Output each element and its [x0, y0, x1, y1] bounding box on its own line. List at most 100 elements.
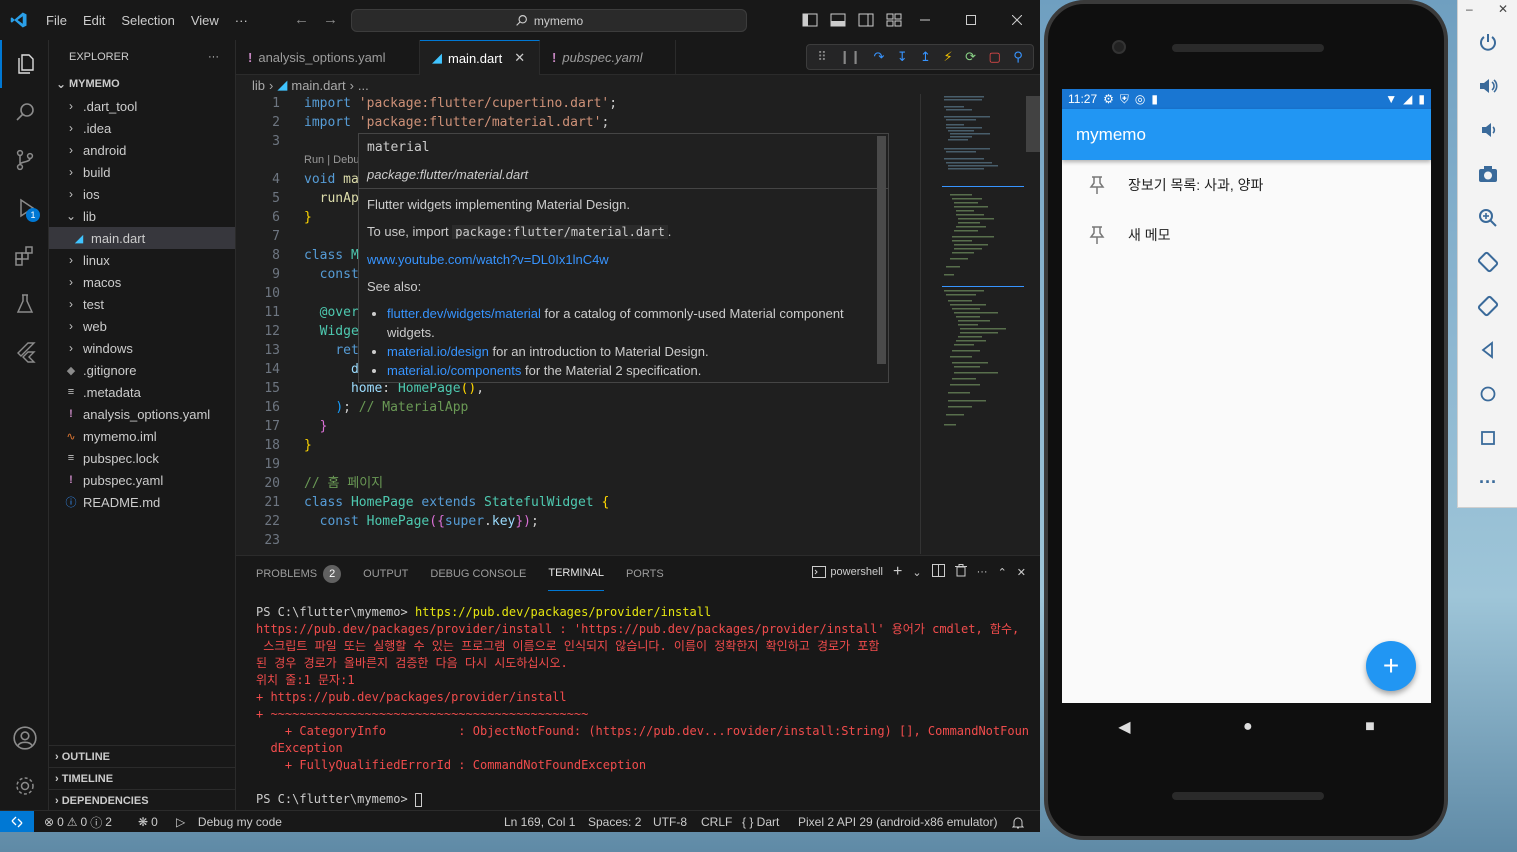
toggle-panel-icon[interactable] — [828, 10, 848, 30]
tree-item-ios[interactable]: › ios — [49, 183, 235, 205]
extensions-icon[interactable] — [0, 232, 49, 280]
rotate-left-icon[interactable] — [1473, 247, 1503, 277]
drag-handle-icon[interactable]: ⠿ — [817, 49, 827, 65]
tree-item-test[interactable]: › test — [49, 293, 235, 315]
run-debug-icon[interactable]: 1 — [0, 184, 49, 232]
menu-file[interactable]: File — [38, 13, 75, 28]
hover-scrollbar[interactable] — [877, 136, 886, 364]
tree-item-pubspec-yaml[interactable]: ! pubspec.yaml — [49, 469, 235, 491]
back-icon[interactable] — [1473, 335, 1503, 365]
tab-analysis-options[interactable]: ! analysis_options.yaml — [236, 40, 420, 75]
tree-item-readme-md[interactable]: ⓘ README.md — [49, 491, 235, 513]
tree-item-mymemo-iml[interactable]: ∿ mymemo.iml — [49, 425, 235, 447]
editor-scrollbar[interactable] — [1026, 94, 1040, 554]
workspace-root[interactable]: ⌄ MYMEMO — [49, 73, 235, 95]
tree-item-gitignore[interactable]: ◆ .gitignore — [49, 359, 235, 381]
tree-item-analysis-options-yaml[interactable]: ! analysis_options.yaml — [49, 403, 235, 425]
add-memo-button[interactable]: + — [1366, 641, 1416, 691]
trash-icon[interactable] — [954, 564, 967, 580]
step-into-icon[interactable]: ↧ — [897, 49, 908, 65]
rotate-right-icon[interactable] — [1473, 291, 1503, 321]
scroll-thumb[interactable] — [1026, 96, 1040, 152]
emu-close-icon[interactable]: ✕ — [1498, 2, 1508, 16]
phone-screen[interactable]: 11:27 ⚙ ⛨ ◎ ▮ ▼ ◢ ▮ mymemo 장보기 목록: 사과, 양… — [1062, 89, 1431, 703]
volume-down-icon[interactable] — [1473, 115, 1503, 145]
section-dependencies[interactable]: › DEPENDENCIES — [49, 789, 235, 811]
indentation[interactable]: Spaces: 2 — [588, 811, 641, 832]
tab-pubspec[interactable]: ! pubspec.yaml — [540, 40, 676, 75]
list-item[interactable]: 새 메모 — [1062, 210, 1431, 260]
hover-link-widgets[interactable]: flutter.dev/widgets/material — [387, 306, 541, 321]
tree-item-build[interactable]: › build — [49, 161, 235, 183]
problems-status[interactable]: ⊗ 0 ⚠ 0 ⓘ 2 — [44, 811, 112, 832]
command-center-search[interactable]: mymemo — [351, 9, 747, 32]
close-tab-icon[interactable]: ✕ — [514, 50, 525, 66]
menu-edit[interactable]: Edit — [75, 13, 113, 28]
volume-up-icon[interactable] — [1473, 71, 1503, 101]
home-icon[interactable] — [1473, 379, 1503, 409]
step-over-icon[interactable]: ↷ — [873, 49, 884, 65]
hover-video-link[interactable]: www.youtube.com/watch?v=DL0Ix1lnC4w — [367, 252, 609, 267]
stop-icon[interactable]: ▢ — [988, 49, 1000, 65]
debug-status[interactable]: ▷ Debug my code — [176, 811, 282, 832]
pause-icon[interactable]: ❙❙ — [839, 49, 861, 65]
accounts-icon[interactable] — [0, 714, 49, 762]
more-actions-icon[interactable]: ··· — [977, 566, 988, 578]
tree-item-lib[interactable]: ⌄ lib — [49, 205, 235, 227]
minimap[interactable] — [942, 94, 1024, 434]
tree-item-pubspec-lock[interactable]: ≡ pubspec.lock — [49, 447, 235, 469]
source-control-icon[interactable] — [0, 136, 49, 184]
pin-icon[interactable] — [1088, 175, 1106, 195]
restart-icon[interactable]: ⟳ — [965, 49, 976, 65]
tree-item-metadata[interactable]: ≡ .metadata — [49, 381, 235, 403]
emu-minimize-icon[interactable]: – — [1466, 2, 1473, 16]
tab-output[interactable]: OUTPUT — [363, 556, 408, 591]
tree-item-main-dart[interactable]: ◢ main.dart — [49, 227, 235, 249]
tab-terminal[interactable]: TERMINAL — [548, 556, 604, 591]
tree-item-idea[interactable]: › .idea — [49, 117, 235, 139]
pin-icon[interactable] — [1088, 225, 1106, 245]
step-out-icon[interactable]: ↥ — [920, 49, 931, 65]
menu-more[interactable]: ··· — [227, 13, 256, 28]
hover-link-components[interactable]: material.io/components — [387, 363, 521, 378]
menu-view[interactable]: View — [183, 13, 227, 28]
zoom-icon[interactable] — [1473, 203, 1503, 233]
power-icon[interactable] — [1473, 27, 1503, 57]
hover-link-design[interactable]: material.io/design — [387, 344, 489, 359]
ports-status[interactable]: ❋ 0 — [138, 811, 158, 832]
extended-controls-icon[interactable]: ··· — [1473, 467, 1503, 497]
chevron-up-icon[interactable]: ⌃ — [998, 566, 1007, 579]
chevron-down-icon[interactable]: ⌄ — [912, 566, 921, 579]
close-icon[interactable] — [994, 0, 1040, 40]
new-terminal-icon[interactable]: + — [893, 563, 902, 581]
encoding[interactable]: UTF-8 — [653, 811, 687, 832]
breadcrumb-symbol[interactable]: ... — [358, 78, 369, 93]
section-timeline[interactable]: › TIMELINE — [49, 767, 235, 789]
bell-icon[interactable] — [1012, 811, 1024, 832]
devtools-search-icon[interactable]: ⚲ — [1013, 49, 1023, 65]
explorer-more-icon[interactable]: ··· — [208, 51, 219, 63]
recents-icon[interactable]: ■ — [1365, 718, 1375, 736]
toggle-sidebar-icon[interactable] — [800, 10, 820, 30]
back-icon[interactable]: ◀ — [1118, 717, 1130, 737]
breadcrumb-lib[interactable]: lib — [252, 78, 265, 93]
forward-arrow-icon[interactable]: → — [323, 11, 338, 28]
search-view-icon[interactable] — [0, 88, 49, 136]
language-mode[interactable]: { } Dart — [742, 811, 779, 832]
split-terminal-icon[interactable] — [931, 564, 945, 580]
section-outline[interactable]: › OUTLINE — [49, 745, 235, 767]
close-panel-icon[interactable]: ✕ — [1017, 566, 1026, 579]
tree-item-dart-tool[interactable]: › .dart_tool — [49, 95, 235, 117]
camera-icon[interactable] — [1473, 159, 1503, 189]
menu-selection[interactable]: Selection — [113, 13, 182, 28]
tree-item-windows[interactable]: › windows — [49, 337, 235, 359]
toggle-secondary-sidebar-icon[interactable] — [856, 10, 876, 30]
device-selector[interactable]: Pixel 2 API 29 (android-x86 emulator) — [798, 811, 997, 832]
gear-icon[interactable] — [0, 762, 49, 810]
breadcrumb-file[interactable]: main.dart — [291, 78, 345, 93]
terminal-profile[interactable]: powershell — [812, 566, 883, 578]
tree-item-macos[interactable]: › macos — [49, 271, 235, 293]
customize-layout-icon[interactable] — [884, 10, 904, 30]
line-ending[interactable]: CRLF — [701, 811, 732, 832]
tab-main-dart[interactable]: ◢ main.dart ✕ — [420, 40, 540, 75]
